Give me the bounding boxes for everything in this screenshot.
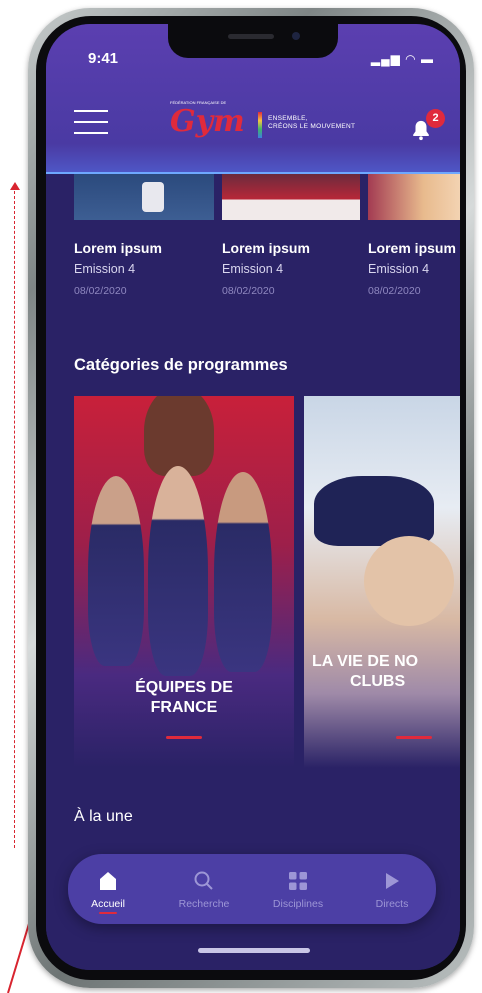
nav-disciplines[interactable]: Disciplines — [262, 866, 334, 910]
nav-label: Directs — [375, 898, 409, 910]
nav-label: Recherche — [178, 898, 230, 910]
annotation-dashed-bracket — [0, 182, 20, 848]
episode-caption[interactable]: Lorem ipsum Emission 4 08/02/2020 — [368, 240, 456, 297]
category-label: ÉQUIPES DE FRANCE — [74, 678, 294, 718]
category-card-vie-des-clubs[interactable]: LA VIE DE NO CLUBS — [304, 396, 460, 768]
category-label-line2: FRANCE — [150, 699, 218, 716]
app-screen: 9:41 ▂▄▆ ◠ ▬ FÉDÉRATION FRANÇAISE DE Gym… — [46, 24, 460, 970]
nav-active-indicator — [99, 912, 117, 914]
category-label: LA VIE DE NO CLUBS — [312, 652, 460, 692]
episode-thumbnails — [46, 174, 460, 224]
category-label-line1: ÉQUIPES DE — [135, 679, 233, 696]
episode-thumbnail[interactable] — [74, 174, 214, 220]
logo-color-bars — [258, 112, 262, 138]
nav-recherche[interactable]: Recherche — [168, 866, 240, 910]
episode-title: Lorem ipsum — [74, 240, 162, 256]
nav-directs[interactable]: Directs — [356, 866, 428, 910]
gymnast-photo — [88, 476, 144, 666]
episode-number: Emission 4 — [368, 262, 430, 276]
category-card-equipes-de-france[interactable]: ÉQUIPES DE FRANCE — [74, 396, 294, 768]
episode-date: 08/02/2020 — [74, 285, 127, 297]
episode-title: Lorem ipsum — [368, 240, 456, 256]
category-label-line1: LA VIE DE NO — [312, 653, 419, 670]
status-bar: 9:41 ▂▄▆ ◠ ▬ — [46, 24, 460, 68]
episode-number: Emission 4 — [74, 262, 136, 276]
episode-date: 08/02/2020 — [222, 285, 275, 297]
home-icon — [100, 872, 116, 890]
episode-caption[interactable]: Lorem ipsum Emission 4 08/02/2020 — [222, 240, 310, 297]
bottom-navigation: Accueil Recherche Disciplines Directs — [68, 854, 436, 924]
episode-title: Lorem ipsum — [222, 240, 310, 256]
grid-icon — [289, 872, 307, 890]
category-accent-bar — [396, 736, 432, 739]
episode-thumbnail[interactable] — [368, 174, 460, 220]
gymnast-photo — [214, 472, 272, 672]
category-accent-bar — [166, 736, 202, 739]
menu-icon[interactable] — [74, 110, 108, 138]
gym-logo[interactable]: FÉDÉRATION FRANÇAISE DE Gym ENSEMBLE, CR… — [164, 100, 364, 144]
status-time: 9:41 — [88, 50, 119, 67]
nav-accueil[interactable]: Accueil — [72, 866, 144, 914]
gymnast-photo — [148, 466, 208, 676]
play-icon — [386, 873, 399, 889]
logo-tagline-line1: ENSEMBLE, — [268, 115, 308, 122]
logo-tagline: ENSEMBLE, CRÉONS LE MOUVEMENT — [268, 115, 355, 131]
episode-number: Emission 4 — [222, 262, 284, 276]
notification-badge: 2 — [426, 109, 445, 128]
logo-tagline-line2: CRÉONS LE MOUVEMENT — [268, 123, 356, 130]
episode-thumbnail[interactable] — [222, 174, 360, 220]
logo-brand: Gym — [170, 104, 245, 139]
episode-caption[interactable]: Lorem ipsum Emission 4 08/02/2020 — [74, 240, 162, 297]
categories-title: Catégories de programmes — [74, 356, 288, 374]
nav-label: Disciplines — [272, 898, 324, 910]
nav-label: Accueil — [91, 898, 125, 910]
gymnast-photo — [314, 476, 434, 546]
gymnast-photo — [364, 536, 454, 626]
gymnast-photo — [144, 396, 214, 476]
episode-date: 08/02/2020 — [368, 285, 421, 297]
search-icon — [194, 871, 213, 890]
category-label-line2: CLUBS — [350, 673, 406, 690]
signal-wifi-battery-icon: ▂▄▆ ◠ ▬ — [370, 52, 434, 66]
home-indicator[interactable] — [198, 948, 310, 953]
